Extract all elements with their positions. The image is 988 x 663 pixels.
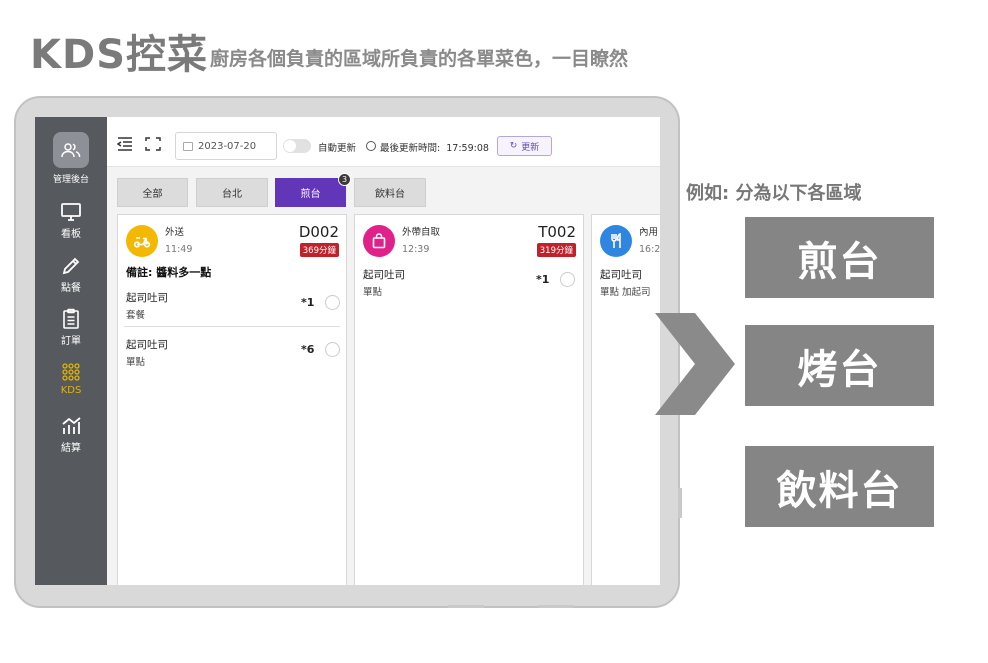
- item-divider: [124, 326, 340, 327]
- main-content: 2023-07-20 自動更新 最後更新時間: 17:59:08 ↻ 更新 全部…: [107, 117, 660, 585]
- zone-griddle: 煎台: [745, 217, 934, 298]
- date-picker[interactable]: 2023-07-20: [175, 132, 277, 160]
- item-name: 起司吐司: [126, 292, 168, 304]
- zone-label: 烤台: [797, 346, 882, 393]
- refresh-button[interactable]: ↻ 更新: [497, 136, 552, 156]
- order-type: 內用: [639, 227, 659, 238]
- item-detail: 單點: [126, 357, 146, 368]
- sidebar-item-kds[interactable]: KDS: [35, 361, 107, 396]
- tab-taipei[interactable]: 台北: [196, 178, 268, 207]
- item-done-checkbox[interactable]: [325, 342, 340, 357]
- sidebar-item-settlement[interactable]: 結算: [35, 415, 107, 454]
- order-time: 16:27: [639, 244, 660, 255]
- clipboard-icon: [63, 308, 79, 329]
- order-card[interactable]: 外送 11:49 D002 369分鐘 備註: 醬料多一點 起司吐司 套餐 *1…: [117, 214, 347, 585]
- admin-avatar[interactable]: [53, 132, 89, 168]
- order-number: D002: [298, 223, 339, 241]
- order-type: 外帶自取: [402, 227, 441, 238]
- zone-drinks: 飲料台: [745, 446, 934, 527]
- tab-label: 煎台: [300, 189, 321, 200]
- item-done-checkbox[interactable]: [560, 272, 575, 287]
- grid-dots-icon: [62, 363, 80, 381]
- clock-icon: [366, 141, 376, 151]
- last-update-time: 17:59:08: [446, 143, 489, 154]
- elapsed-badge: 369分鐘: [299, 243, 339, 257]
- refresh-icon: ↻: [509, 141, 518, 151]
- zone-label: 煎台: [797, 238, 882, 285]
- tab-label: 台北: [222, 189, 242, 200]
- elapsed-badge: 319分鐘: [536, 243, 576, 257]
- hero-title: KDS控菜: [30, 32, 209, 78]
- admin-label: 管理後台: [52, 175, 89, 185]
- last-update: 最後更新時間: 17:59:08: [366, 140, 489, 154]
- tab-label: 飲料台: [375, 189, 405, 200]
- item-quantity: *1: [301, 296, 315, 309]
- sidebar-item-dashboard[interactable]: 看板: [35, 201, 107, 240]
- item-name: 起司吐司: [363, 269, 405, 281]
- toolbar: 2023-07-20 自動更新 最後更新時間: 17:59:08 ↻ 更新: [107, 117, 660, 167]
- item-quantity: *1: [536, 273, 550, 286]
- tab-griddle[interactable]: 煎台 3: [275, 173, 351, 207]
- item-name: 起司吐司: [600, 269, 642, 281]
- order-card[interactable]: 內用 16:27 起司吐司 單點 加起司: [591, 214, 660, 585]
- tablet-bottom-button: [538, 605, 574, 608]
- tablet-side-button: [678, 488, 682, 518]
- order-type: 外送: [165, 227, 185, 238]
- order-time: 12:39: [402, 244, 430, 255]
- order-time: 11:49: [165, 244, 193, 255]
- collapse-menu-icon[interactable]: [117, 137, 133, 151]
- date-value: 2023-07-20: [198, 141, 257, 152]
- pencil-icon: [62, 257, 80, 275]
- sidebar-item-label: 點餐: [61, 283, 81, 294]
- zone-label: 飲料台: [776, 467, 903, 514]
- fullscreen-icon[interactable]: [145, 137, 161, 151]
- sidebar-item-orders[interactable]: 訂單: [35, 308, 107, 347]
- example-label: 例如: 分為以下各區域: [686, 183, 862, 204]
- users-icon: [61, 143, 81, 158]
- takeout-bag-icon: [363, 225, 395, 257]
- order-note: 備註: 醬料多一點: [126, 266, 212, 279]
- item-name: 起司吐司: [126, 339, 168, 351]
- kds-screen: 管理後台 看板 點餐 訂單 KDS 結算 2023-07-20 自動更新 最後更…: [35, 117, 660, 585]
- order-number: T002: [538, 223, 576, 241]
- last-update-label: 最後更新時間:: [380, 143, 441, 154]
- sidebar-item-label: 訂單: [61, 336, 81, 347]
- item-done-checkbox[interactable]: [325, 295, 340, 310]
- item-detail: 單點 加起司: [600, 287, 651, 298]
- item-quantity: *6: [301, 343, 315, 356]
- item-detail: 單點: [363, 287, 383, 298]
- sidebar-item-order-entry[interactable]: 點餐: [35, 255, 107, 294]
- hero-subtitle: 廚房各個負責的區域所負責的各單菜色，一目瞭然: [210, 48, 629, 70]
- auto-refresh-toggle[interactable]: [283, 139, 311, 153]
- order-card[interactable]: 外帶自取 12:39 T002 319分鐘 起司吐司 單點 *1: [354, 214, 584, 585]
- sidebar-item-label: 看板: [61, 229, 81, 240]
- delivery-scooter-icon: [126, 225, 158, 257]
- tab-count-badge: 3: [338, 173, 351, 186]
- chevron-right-icon: [655, 313, 735, 415]
- dine-in-utensils-icon: [600, 225, 632, 257]
- refresh-label: 更新: [521, 142, 540, 153]
- sidebar-item-label: KDS: [60, 385, 82, 396]
- sidebar: 管理後台 看板 點餐 訂單 KDS 結算: [35, 117, 107, 585]
- auto-refresh-label: 自動更新: [318, 143, 357, 154]
- item-detail: 套餐: [126, 310, 146, 321]
- sidebar-item-label: 結算: [61, 443, 81, 454]
- promo-canvas: KDS控菜 廚房各個負責的區域所負責的各單菜色，一目瞭然 管理後台 看板 點餐 …: [0, 0, 988, 663]
- tab-drinks[interactable]: 飲料台: [354, 178, 426, 207]
- tablet-bottom-button: [448, 605, 484, 608]
- calendar-icon: [183, 142, 193, 151]
- monitor-icon: [61, 203, 81, 221]
- zone-grill: 烤台: [745, 325, 934, 406]
- bar-chart-icon: [62, 417, 81, 434]
- tab-label: 全部: [142, 189, 163, 200]
- tab-all[interactable]: 全部: [117, 178, 188, 207]
